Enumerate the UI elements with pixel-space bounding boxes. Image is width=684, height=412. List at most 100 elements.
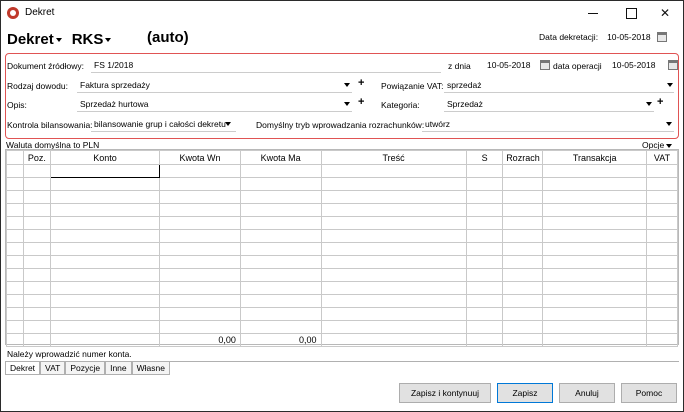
add-proof-type-button[interactable]: +: [358, 77, 364, 89]
column-header[interactable]: Kwota Ma: [239, 150, 322, 165]
close-button[interactable]: ✕: [647, 1, 683, 25]
table-cell[interactable]: [6, 307, 24, 321]
add-description-button[interactable]: +: [358, 96, 364, 108]
from-date-field[interactable]: 10-05-2018: [484, 58, 534, 72]
column-header[interactable]: Kwota Wn: [159, 150, 241, 165]
calendar-icon[interactable]: [540, 60, 550, 70]
table-cell[interactable]: [22, 164, 51, 178]
help-button[interactable]: Pomoc: [621, 383, 677, 403]
table-row[interactable]: [6, 229, 678, 243]
add-category-button[interactable]: +: [657, 96, 663, 108]
table-cell[interactable]: [6, 190, 24, 204]
table-cell[interactable]: [6, 177, 24, 191]
table-cell[interactable]: [542, 216, 648, 230]
table-cell[interactable]: [465, 320, 504, 334]
table-cell[interactable]: [159, 320, 241, 334]
table-cell[interactable]: [49, 307, 161, 321]
table-cell[interactable]: [542, 203, 648, 217]
column-header[interactable]: Poz.: [22, 150, 51, 165]
chevron-down-icon[interactable]: [666, 122, 672, 126]
table-row[interactable]: [6, 164, 678, 178]
table-cell[interactable]: [320, 242, 467, 256]
table-cell[interactable]: [6, 164, 24, 178]
table-cell[interactable]: [49, 190, 161, 204]
table-cell[interactable]: [542, 268, 648, 282]
table-cell[interactable]: [502, 255, 544, 269]
table-cell[interactable]: [6, 216, 24, 230]
table-cell[interactable]: [239, 242, 322, 256]
table-row[interactable]: [6, 255, 678, 269]
table-cell[interactable]: [646, 307, 678, 321]
tab-vat[interactable]: VAT: [40, 362, 66, 375]
maximize-button[interactable]: [613, 1, 649, 25]
table-cell[interactable]: [159, 216, 241, 230]
table-cell[interactable]: [542, 320, 648, 334]
table-cell[interactable]: [465, 229, 504, 243]
table-cell[interactable]: [22, 229, 51, 243]
table-cell[interactable]: [542, 307, 648, 321]
table-cell[interactable]: [542, 255, 648, 269]
table-cell[interactable]: [49, 216, 161, 230]
table-cell[interactable]: [502, 190, 544, 204]
table-cell[interactable]: [49, 242, 161, 256]
doc-type-dropdown[interactable]: Dekret: [7, 31, 62, 48]
table-cell[interactable]: [465, 294, 504, 308]
table-cell[interactable]: [502, 307, 544, 321]
table-row[interactable]: [6, 320, 678, 334]
table-cell[interactable]: [646, 203, 678, 217]
table-cell[interactable]: [159, 307, 241, 321]
table-cell[interactable]: [6, 203, 24, 217]
table-cell[interactable]: [465, 164, 504, 178]
description-dropdown[interactable]: Sprzedaż hurtowa: [77, 97, 347, 111]
default-mode-dropdown[interactable]: utwórz: [422, 117, 662, 131]
table-cell[interactable]: [239, 268, 322, 282]
column-header[interactable]: VAT: [646, 150, 678, 165]
tab-inne[interactable]: Inne: [105, 362, 132, 375]
table-cell[interactable]: [49, 164, 161, 178]
table-cell[interactable]: [49, 203, 161, 217]
table-cell[interactable]: [502, 268, 544, 282]
calendar-icon[interactable]: [657, 32, 668, 42]
chevron-down-icon[interactable]: [667, 83, 673, 87]
table-cell[interactable]: [6, 281, 24, 295]
table-cell[interactable]: [465, 177, 504, 191]
column-header[interactable]: [6, 150, 24, 165]
table-cell[interactable]: [6, 268, 24, 282]
table-cell[interactable]: [6, 320, 24, 334]
table-cell[interactable]: [22, 255, 51, 269]
chevron-down-icon[interactable]: [225, 122, 231, 126]
table-cell[interactable]: [646, 255, 678, 269]
column-header[interactable]: Treść: [320, 150, 467, 165]
save-button[interactable]: Zapisz: [497, 383, 553, 403]
tab-własne[interactable]: Własne: [131, 362, 170, 375]
tab-pozycje[interactable]: Pozycje: [65, 362, 106, 375]
operation-date-field[interactable]: 10-05-2018: [609, 58, 659, 72]
table-cell[interactable]: [465, 242, 504, 256]
table-cell[interactable]: [646, 268, 678, 282]
table-cell[interactable]: [239, 255, 322, 269]
cancel-button[interactable]: Anuluj: [559, 383, 615, 403]
proof-type-dropdown[interactable]: Faktura sprzedaży: [77, 78, 347, 92]
table-row[interactable]: [6, 294, 678, 308]
table-row[interactable]: [6, 307, 678, 321]
source-doc-field[interactable]: FS 1/2018: [91, 58, 441, 72]
table-cell[interactable]: [320, 320, 467, 334]
table-cell[interactable]: [542, 190, 648, 204]
table-cell[interactable]: [646, 164, 678, 178]
table-cell[interactable]: [239, 190, 322, 204]
table-cell[interactable]: [465, 190, 504, 204]
chevron-down-icon[interactable]: [344, 102, 350, 106]
table-cell[interactable]: [502, 242, 544, 256]
table-cell[interactable]: [49, 268, 161, 282]
table-cell[interactable]: [465, 307, 504, 321]
table-cell[interactable]: [159, 203, 241, 217]
table-cell[interactable]: [542, 294, 648, 308]
balance-control-dropdown[interactable]: bilansowanie grup i całości dekretu: [91, 117, 231, 131]
table-cell[interactable]: [22, 190, 51, 204]
minimize-button[interactable]: [575, 1, 611, 25]
table-cell[interactable]: [22, 294, 51, 308]
table-cell[interactable]: [465, 203, 504, 217]
table-cell[interactable]: [159, 190, 241, 204]
table-cell[interactable]: [239, 177, 322, 191]
table-cell[interactable]: [542, 242, 648, 256]
